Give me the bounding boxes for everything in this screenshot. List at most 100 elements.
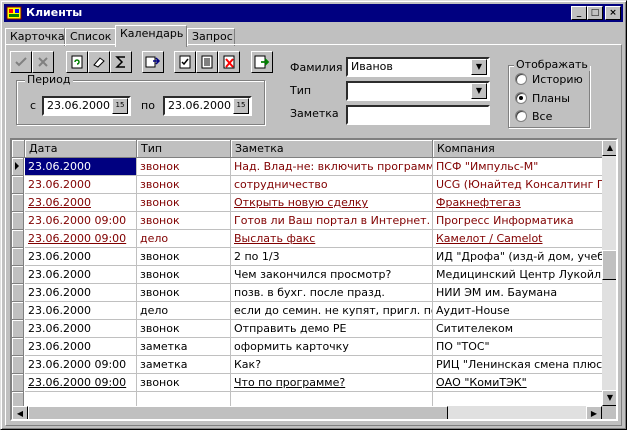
cell-type[interactable]: звонок — [137, 194, 231, 212]
cell-date[interactable]: 23.06.2000 — [25, 338, 137, 356]
table-row[interactable]: 23.06.2000 09:00 дело Выслать факс Камелот … — [12, 230, 602, 248]
export-button[interactable] — [251, 51, 273, 73]
table-row[interactable]: 23.06.2000 звонок сотрудничество UCG (Юнайт… — [12, 176, 602, 194]
date-from-calendar-button[interactable]: 15 — [112, 98, 128, 114]
cell-note[interactable]: оформить карточку — [231, 338, 433, 356]
row-indicator[interactable] — [12, 230, 24, 248]
surname-dropdown-button[interactable]: ▼ — [471, 59, 487, 75]
cell-company[interactable]: РИЦ "Ленинская смена плюс" — [433, 356, 602, 374]
header-type[interactable]: Тип — [137, 140, 231, 158]
cell-company[interactable]: Прогресс Информатика — [433, 212, 602, 230]
row-indicator[interactable] — [12, 248, 24, 266]
cell-date[interactable]: 23.06.2000 09:00 — [25, 374, 137, 392]
row-indicator[interactable] — [12, 194, 24, 212]
delete-button[interactable] — [218, 51, 240, 73]
cell-type[interactable]: звонок — [137, 212, 231, 230]
cell-date[interactable]: 23.06.2000 — [25, 248, 137, 266]
cell-company[interactable]: Фракнефтегаз — [433, 194, 602, 212]
table-row[interactable] — [12, 392, 602, 406]
cell-note[interactable]: позв. в бухг. после празд. — [231, 284, 433, 302]
cell-type[interactable]: звонок — [137, 248, 231, 266]
row-indicator[interactable] — [12, 320, 24, 338]
cell-type[interactable]: звонок — [137, 266, 231, 284]
copy-button[interactable] — [142, 51, 164, 73]
table-row[interactable]: 23.06.2000 звонок 2 по 1/3 ИД "Дрофа" (изд-… — [12, 248, 602, 266]
cell-type[interactable]: звонок — [137, 176, 231, 194]
table-row[interactable]: 23.06.2000 звонок Над. Влад-не: включить п… — [12, 158, 602, 176]
row-indicator[interactable] — [12, 392, 24, 406]
cell-date[interactable]: 23.06.2000 09:00 — [25, 212, 137, 230]
horizontal-scrollbar[interactable]: ◀ ▶ — [12, 406, 602, 419]
cell-date[interactable]: 23.06.2000 09:00 — [25, 356, 137, 374]
vertical-scroll-thumb[interactable] — [602, 250, 616, 280]
horizontal-scroll-thumb[interactable] — [28, 406, 448, 419]
minimize-button[interactable]: _ — [571, 6, 587, 20]
table-row[interactable]: 23.06.2000 заметка оформить карточку ПО "ТО… — [12, 338, 602, 356]
cell-date[interactable]: 23.06.2000 — [25, 320, 137, 338]
header-company[interactable]: Компания — [433, 140, 602, 158]
type-combo[interactable] — [346, 81, 490, 101]
row-indicator[interactable] — [12, 284, 24, 302]
row-indicator[interactable] — [12, 158, 24, 176]
cell-note[interactable]: 2 по 1/3 — [231, 248, 433, 266]
tab-calendar[interactable]: Календарь — [115, 25, 187, 47]
table-row[interactable]: 23.06.2000 дело если до семин. не купят, п… — [12, 302, 602, 320]
cell-date[interactable]: 23.06.2000 — [25, 194, 137, 212]
cell-company[interactable]: Аудит-House — [433, 302, 602, 320]
cell-note[interactable]: Открыть новую сделку — [231, 194, 433, 212]
table-row[interactable]: 23.06.2000 звонок Чем закончился просмотр?… — [12, 266, 602, 284]
cell-type[interactable]: звонок — [137, 284, 231, 302]
table-row[interactable]: 23.06.2000 09:00 звонок Что по программе? О… — [12, 374, 602, 392]
cell-type[interactable]: звонок — [137, 158, 231, 176]
header-date[interactable]: Дата — [25, 140, 137, 158]
cancel-button[interactable] — [32, 51, 54, 73]
cell-company[interactable]: НИИ ЭМ им. Баумана — [433, 284, 602, 302]
radio-all[interactable] — [515, 110, 527, 122]
scroll-right-button[interactable]: ▶ — [586, 406, 602, 419]
row-indicator[interactable] — [12, 212, 24, 230]
cell-type[interactable]: дело — [137, 230, 231, 248]
note-input[interactable] — [346, 105, 490, 125]
scroll-left-button[interactable]: ◀ — [12, 406, 28, 419]
clear-button[interactable] — [88, 51, 110, 73]
scroll-up-button[interactable]: ▲ — [602, 140, 616, 156]
cell-note[interactable]: Над. Влад-не: включить программы в — [231, 158, 433, 176]
cell-note[interactable]: Готов ли Ваш портал в Интернет. Може — [231, 212, 433, 230]
cell-type[interactable] — [137, 392, 231, 406]
row-indicator[interactable] — [12, 176, 24, 194]
cell-note[interactable]: если до семин. не купят, пригл. по АЕ. — [231, 302, 433, 320]
cell-company[interactable]: ПСФ "Импульс-М" — [433, 158, 602, 176]
cell-company[interactable]: Медицинский Центр Лукойл — [433, 266, 602, 284]
cell-company[interactable]: UCG (Юнайтед Консалтинг Групп — [433, 176, 602, 194]
table-row[interactable]: 23.06.2000 звонок Открыть новую сделку Фрак… — [12, 194, 602, 212]
cell-date[interactable]: 23.06.2000 — [25, 266, 137, 284]
row-indicator[interactable] — [12, 338, 24, 356]
radio-history[interactable] — [515, 73, 527, 85]
table-row[interactable]: 23.06.2000 09:00 заметка Как? РИЦ "Ленинска… — [12, 356, 602, 374]
cell-type[interactable]: заметка — [137, 356, 231, 374]
cell-type[interactable]: звонок — [137, 320, 231, 338]
cell-company[interactable] — [433, 392, 602, 406]
cell-date[interactable]: 23.06.2000 — [25, 176, 137, 194]
cell-company[interactable]: ОАО "КомиТЭК" — [433, 374, 602, 392]
table-row[interactable]: 23.06.2000 звонок позв. в бухг. после праз… — [12, 284, 602, 302]
maximize-button[interactable]: □ — [587, 6, 603, 20]
header-note[interactable]: Заметка — [231, 140, 433, 158]
cell-type[interactable]: дело — [137, 302, 231, 320]
cell-company[interactable]: Камелот / Camelot — [433, 230, 602, 248]
cell-date[interactable] — [25, 392, 137, 406]
radio-plans[interactable] — [515, 92, 527, 104]
surname-combo[interactable]: Иванов — [346, 57, 490, 77]
table-row[interactable]: 23.06.2000 звонок Отправить демо РЕ Ситител… — [12, 320, 602, 338]
cell-note[interactable]: Что по программе? — [231, 374, 433, 392]
type-dropdown-button[interactable]: ▼ — [471, 83, 487, 99]
check-report-button[interactable] — [174, 51, 196, 73]
close-button[interactable]: × — [605, 6, 621, 20]
cell-type[interactable]: звонок — [137, 374, 231, 392]
cell-note[interactable] — [231, 392, 433, 406]
cell-date[interactable]: 23.06.2000 — [25, 284, 137, 302]
cell-company[interactable]: Ситителеком — [433, 320, 602, 338]
date-to-calendar-button[interactable]: 15 — [233, 98, 249, 114]
cell-note[interactable]: Как? — [231, 356, 433, 374]
row-indicator[interactable] — [12, 356, 24, 374]
